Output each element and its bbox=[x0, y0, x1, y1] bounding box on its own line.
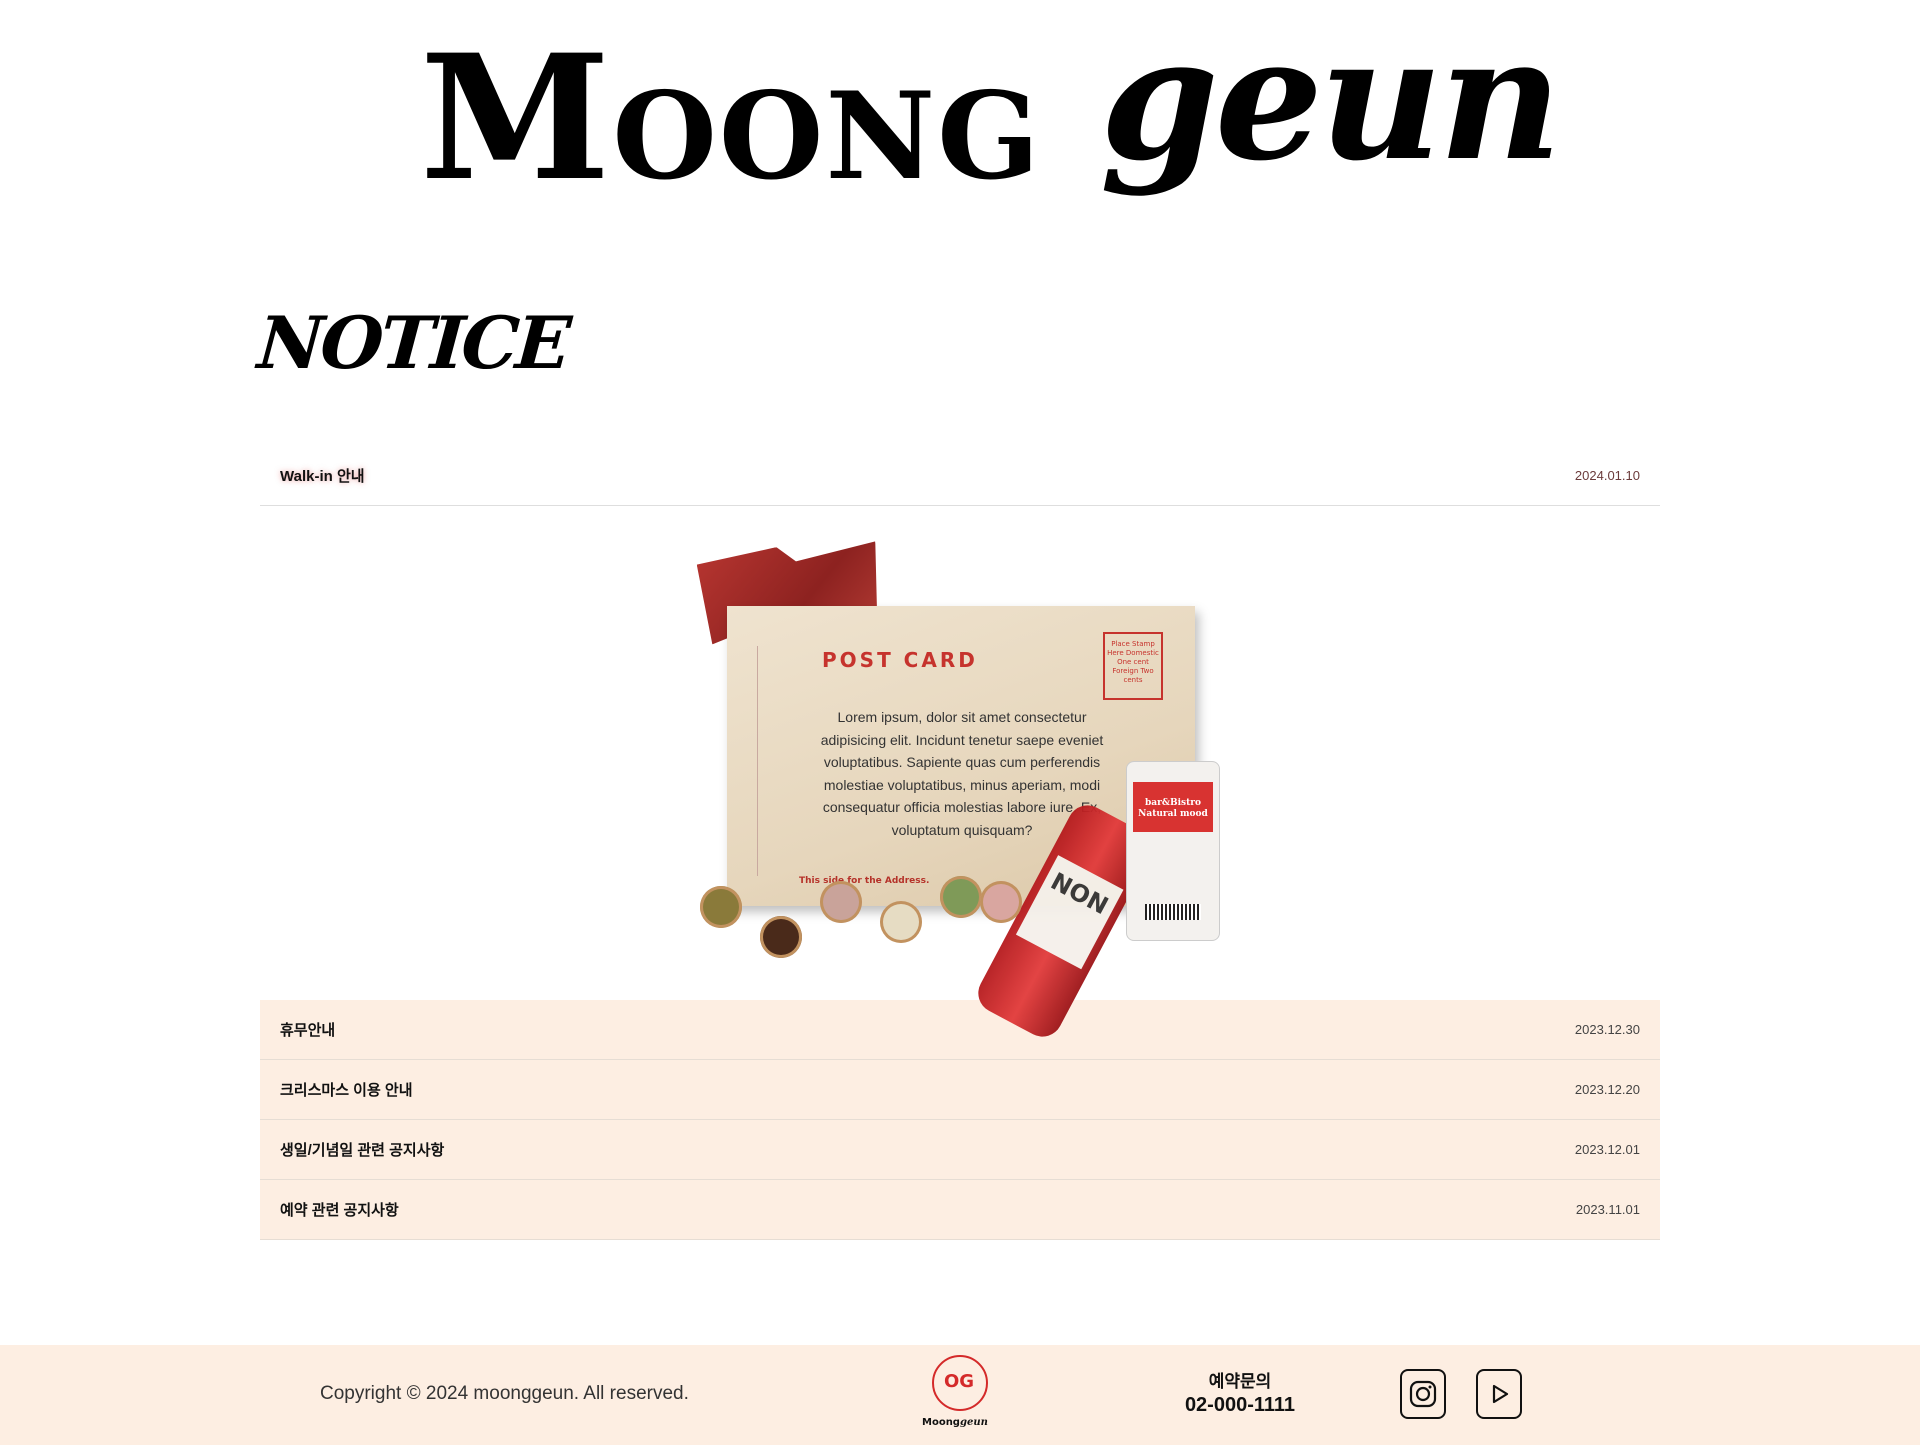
notice-date: 2024.01.10 bbox=[1574, 468, 1640, 483]
logo-mark: OG bbox=[944, 1371, 975, 1392]
logo-text-geun: geun bbox=[1100, 0, 1562, 199]
notice-row-christmas[interactable]: 크리스마스 이용 안내 2023.12.20 bbox=[260, 1060, 1660, 1120]
spice-spoon-icon bbox=[760, 916, 802, 958]
contact-number[interactable]: 02-000-1111 bbox=[1170, 1394, 1310, 1417]
notice-row-birthday[interactable]: 생일/기념일 관련 공지사항 2023.12.01 bbox=[260, 1120, 1660, 1180]
site-footer: Copyright © 2024 moonggeun. All reserved… bbox=[0, 1345, 1920, 1445]
instagram-icon[interactable] bbox=[1400, 1369, 1446, 1419]
spice-spoon-icon bbox=[820, 881, 862, 923]
footer-logo-name1: Moong bbox=[922, 1417, 960, 1428]
notice-title: Walk-in 안내 bbox=[280, 468, 365, 485]
ticket-line1: bar&Bistro bbox=[1145, 798, 1201, 808]
notice-date: 2023.12.30 bbox=[1574, 1022, 1640, 1037]
notice-row-walkin[interactable]: Walk-in 안내 2024.01.10 bbox=[260, 446, 1660, 506]
ticket-image: bar&Bistro Natural mood bbox=[1126, 761, 1220, 941]
footer-logo-name: Moonggeun bbox=[922, 1417, 988, 1428]
postcard-side-text bbox=[757, 646, 771, 876]
spice-spoon-icon bbox=[980, 881, 1022, 923]
notice-row-closure[interactable]: 휴무안내 2023.12.30 bbox=[260, 1000, 1660, 1060]
ticket-band: bar&Bistro Natural mood bbox=[1133, 782, 1213, 832]
postcard-address-line: This side for the Address. bbox=[799, 876, 930, 886]
site-logo[interactable]: Moong geun bbox=[0, 14, 1920, 250]
notice-date: 2023.12.20 bbox=[1574, 1082, 1640, 1097]
contact-label: 예약문의 bbox=[1208, 1372, 1272, 1391]
notice-date: 2023.12.01 bbox=[1574, 1142, 1640, 1157]
notice-title: 생일/기념일 관련 공지사항 bbox=[280, 1142, 445, 1159]
notice-title: 휴무안내 bbox=[280, 1022, 336, 1039]
notice-row-reservation[interactable]: 예약 관련 공지사항 2023.11.01 bbox=[260, 1180, 1660, 1240]
postcard-title: POST CARD bbox=[822, 648, 978, 672]
reservation-contact: 예약문의 02-000-1111 bbox=[1170, 1367, 1310, 1417]
footer-logo[interactable]: OG Moonggeun bbox=[920, 1355, 1000, 1439]
copyright-text: Copyright © 2024 moonggeun. All reserved… bbox=[320, 1383, 689, 1404]
instagram-glyph-icon bbox=[1409, 1380, 1437, 1408]
notice-list: Walk-in 안내 2024.01.10 POST CARD Place St… bbox=[260, 446, 1660, 1240]
logo-text-moong: Moong bbox=[420, 16, 1042, 219]
ticket-line2: Natural mood bbox=[1138, 809, 1208, 819]
notice-date: 2023.11.01 bbox=[1575, 1202, 1640, 1217]
youtube-icon[interactable] bbox=[1476, 1369, 1522, 1419]
footer-logo-name2: geun bbox=[959, 1417, 988, 1428]
barcode-icon bbox=[1145, 904, 1201, 920]
stamp-box: Place Stamp Here Domestic One cent Forei… bbox=[1103, 632, 1163, 700]
notice-content: POST CARD Place Stamp Here Domestic One … bbox=[260, 506, 1660, 1044]
notice-title: 예약 관련 공지사항 bbox=[280, 1202, 399, 1219]
notice-title: 크리스마스 이용 안내 bbox=[280, 1082, 413, 1099]
spice-spoon-icon bbox=[940, 876, 982, 918]
page-title: NOTICE bbox=[255, 300, 571, 385]
play-glyph-icon bbox=[1492, 1384, 1509, 1404]
spice-spoon-icon bbox=[880, 901, 922, 943]
spice-spoon-icon bbox=[700, 886, 742, 928]
